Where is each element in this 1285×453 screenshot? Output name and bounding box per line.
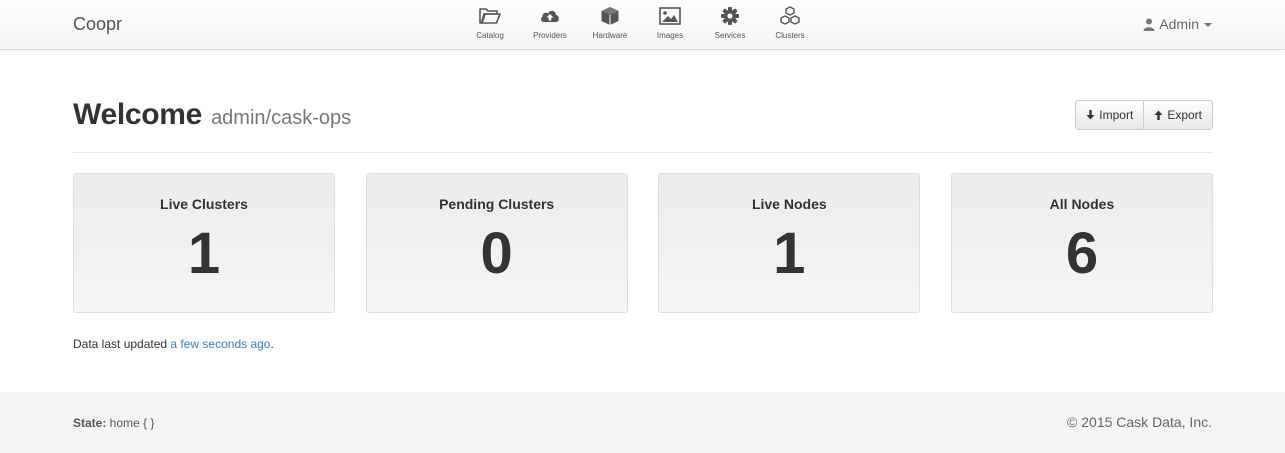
brand-logo[interactable]: Coopr	[73, 14, 122, 35]
chevron-down-icon	[1204, 23, 1212, 27]
picture-icon	[659, 7, 681, 25]
stat-label: All Nodes	[1049, 196, 1115, 212]
nav-item-services[interactable]: Services	[700, 6, 760, 40]
user-menu-toggle[interactable]: Admin	[1143, 16, 1212, 32]
cloud-upload-icon	[540, 10, 559, 22]
arrow-down-icon	[1086, 110, 1095, 120]
nav-item-hardware[interactable]: Hardware	[580, 6, 640, 40]
stat-label: Live Nodes	[751, 196, 827, 212]
stat-value: 1	[187, 221, 221, 286]
stat-card-pending-clusters: Pending Clusters 0	[365, 173, 628, 313]
import-button[interactable]: Import	[1075, 100, 1145, 130]
main-nav: Catalog Providers Hardware Images Servic…	[460, 6, 820, 40]
stat-card-live-clusters: Live Clusters 1	[73, 173, 335, 313]
cube-icon	[601, 7, 619, 25]
nav-item-images[interactable]: Images	[640, 6, 700, 40]
nav-item-providers[interactable]: Providers	[520, 6, 580, 40]
page-heading: Welcome	[73, 98, 203, 131]
nav-item-catalog[interactable]: Catalog	[460, 6, 520, 40]
cubes-icon	[780, 6, 800, 25]
state-value: home { }	[106, 416, 155, 430]
user-name: Admin	[1159, 16, 1199, 32]
stat-value: 6	[1065, 221, 1099, 286]
arrow-up-icon	[1154, 110, 1163, 120]
nav-label-images: Images	[656, 31, 684, 40]
updated-time-link[interactable]: a few seconds ago	[170, 337, 270, 351]
nav-label-services: Services	[714, 31, 746, 40]
stat-label: Live Clusters	[160, 196, 248, 212]
header-divider	[73, 152, 1213, 153]
user-icon	[1143, 18, 1155, 31]
updated-prefix: Data last updated	[73, 337, 171, 351]
state-label: State:	[73, 416, 107, 430]
tenant-subtitle: admin/cask-ops	[211, 107, 352, 129]
nav-label-catalog: Catalog	[476, 31, 504, 40]
last-updated-text: Data last updated a few seconds ago.	[73, 337, 274, 351]
top-navbar: Coopr Catalog Providers Hardware Images …	[0, 0, 1285, 50]
nav-label-hardware: Hardware	[592, 31, 628, 40]
import-export-group: Import Export	[1075, 100, 1213, 130]
stat-card-all-nodes: All Nodes 6	[950, 173, 1213, 313]
import-label: Import	[1099, 108, 1134, 122]
stats-cards: Live Clusters 1 Pending Clusters 0 Live …	[73, 173, 1213, 313]
copyright-text: © 2015 Cask Data, Inc.	[1067, 414, 1212, 430]
nav-label-clusters: Clusters	[775, 31, 805, 40]
cog-icon	[721, 7, 739, 25]
export-label: Export	[1167, 108, 1202, 122]
page-footer: State: home { } © 2015 Cask Data, Inc.	[0, 392, 1285, 453]
folder-open-icon	[479, 8, 501, 24]
updated-suffix: .	[270, 337, 274, 351]
page-title: Welcome admin/cask-ops	[73, 98, 351, 132]
stat-value: 0	[480, 221, 513, 286]
stat-value: 1	[773, 221, 806, 286]
stat-label: Pending Clusters	[439, 196, 555, 212]
nav-label-providers: Providers	[533, 31, 567, 40]
stat-card-live-nodes: Live Nodes 1	[658, 173, 921, 313]
nav-item-clusters[interactable]: Clusters	[760, 6, 820, 40]
state-indicator: State: home { }	[73, 416, 154, 430]
export-button[interactable]: Export	[1144, 100, 1213, 130]
